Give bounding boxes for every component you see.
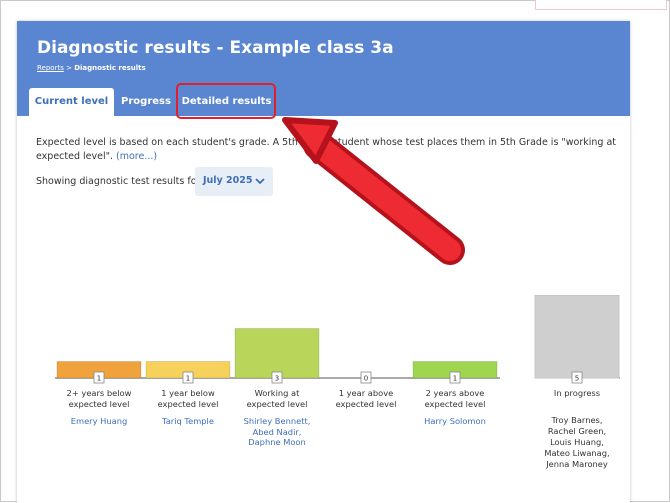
student-names[interactable]: Harry Solomon <box>410 416 500 427</box>
category-label: 2 years above expected level <box>424 388 486 409</box>
diagnostic-results-panel: Diagnostic results - Example class 3a Re… <box>17 21 630 503</box>
category-label: In progress <box>553 388 601 398</box>
category-label: Working at expected level <box>246 388 308 409</box>
count-label: 1 <box>186 375 190 383</box>
student-names[interactable]: Tariq Temple <box>143 416 233 427</box>
count-label: 5 <box>575 375 579 383</box>
count-label: 3 <box>275 375 279 383</box>
category-label: 2+ years below expected level <box>66 388 132 409</box>
student-names: Troy Barnes, Rachel Green, Louis Huang, Mat… <box>544 415 610 469</box>
student-names[interactable]: Emery Huang <box>54 416 144 427</box>
count-label: 1 <box>453 375 457 383</box>
category-label: 1 year above expected level <box>335 388 397 409</box>
top-right-element <box>535 0 667 10</box>
bar <box>534 295 620 379</box>
bar <box>234 328 320 379</box>
count-label: 1 <box>97 375 101 383</box>
student-names[interactable]: Shirley Bennett, Abed Nadir, Daphne Moon <box>232 416 322 448</box>
count-label: 0 <box>364 375 368 383</box>
category-label: 1 year below expected level <box>157 388 219 409</box>
